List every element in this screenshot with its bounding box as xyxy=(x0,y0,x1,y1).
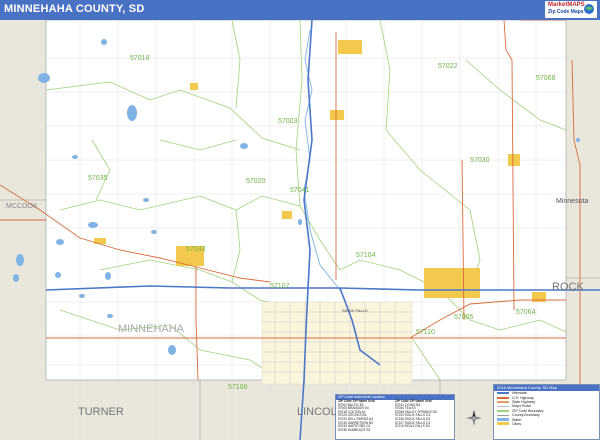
state-label-minnesota: Minnesota xyxy=(556,198,588,205)
legend-item: Cities xyxy=(494,422,599,426)
logo-brand: MarketMAPS xyxy=(548,2,585,8)
county-label-mccook: MCCOOK xyxy=(6,203,38,210)
zip-label: 57035 xyxy=(88,175,108,182)
zip-label: 57106 xyxy=(228,384,248,391)
zip-table-col: ZIP Code ZIP Name Grid 57041 LYONS B3 57… xyxy=(395,399,452,432)
legend-swatch xyxy=(497,414,509,416)
zip-label: 57030 xyxy=(470,157,490,164)
zip-label: 57033 xyxy=(186,246,206,253)
sioux-falls-urban xyxy=(261,301,413,385)
zip-label: 57104 xyxy=(356,252,376,259)
city-label-sioux-falls: SIOUX FALLS xyxy=(342,308,368,313)
zip-label: 57005 xyxy=(454,314,474,321)
zip-label: 57064 xyxy=(516,309,536,316)
map-legend: 2016 Minnehaha County, SD Map Interstate… xyxy=(493,384,600,440)
map-title: MINNEHAHA COUNTY, SD xyxy=(4,3,145,15)
legend-swatch xyxy=(497,410,509,412)
zip-table-row: 57110 SIOUX FALLS D4 xyxy=(395,424,430,429)
legend-swatch xyxy=(497,422,509,426)
legend-swatch xyxy=(497,401,509,403)
zip-label: 57041 xyxy=(290,187,310,194)
legend-swatch xyxy=(497,418,509,422)
county-label-minnehaha: MINNEHAHA xyxy=(118,323,185,335)
county-map[interactable]: 57018 57022 57003 57020 57035 57041 5703… xyxy=(0,20,600,440)
zip-label: 57107 xyxy=(270,283,290,290)
county-label-rock: ROCK xyxy=(552,281,584,293)
legend-swatch xyxy=(497,391,509,395)
zip-table-col: ZIP Code ZIP Name Grid 57003 BALTIC B3 5… xyxy=(338,399,395,432)
publisher-logo[interactable]: MarketMAPS Zip Code Maps xyxy=(545,1,597,18)
zip-label: 57068 xyxy=(536,75,556,82)
zip-label: 57018 xyxy=(130,55,150,62)
zip-table-row: 57035 HUMBOLDT B2 xyxy=(338,427,371,432)
legend-swatch xyxy=(497,405,509,407)
zip-code-index-table: ZIP Code Index/Unit Location ZIP Code ZI… xyxy=(335,394,455,440)
globe-icon xyxy=(584,4,594,14)
outside-area-east xyxy=(566,20,600,440)
logo-tagline: Zip Code Maps xyxy=(548,9,584,15)
zip-label: 57110 xyxy=(416,329,435,336)
zip-label: 57020 xyxy=(246,178,266,185)
county-label-turner: TURNER xyxy=(78,406,124,418)
zip-table-columns: ZIP Code ZIP Name Grid 57003 BALTIC B3 5… xyxy=(336,399,454,432)
map-header: MINNEHAHA COUNTY, SD MarketMAPS Zip Code… xyxy=(0,0,600,20)
legend-swatch xyxy=(497,396,509,399)
zip-label: 57003 xyxy=(278,118,298,125)
zip-label: 57022 xyxy=(438,63,458,70)
outside-area-west xyxy=(0,20,46,440)
